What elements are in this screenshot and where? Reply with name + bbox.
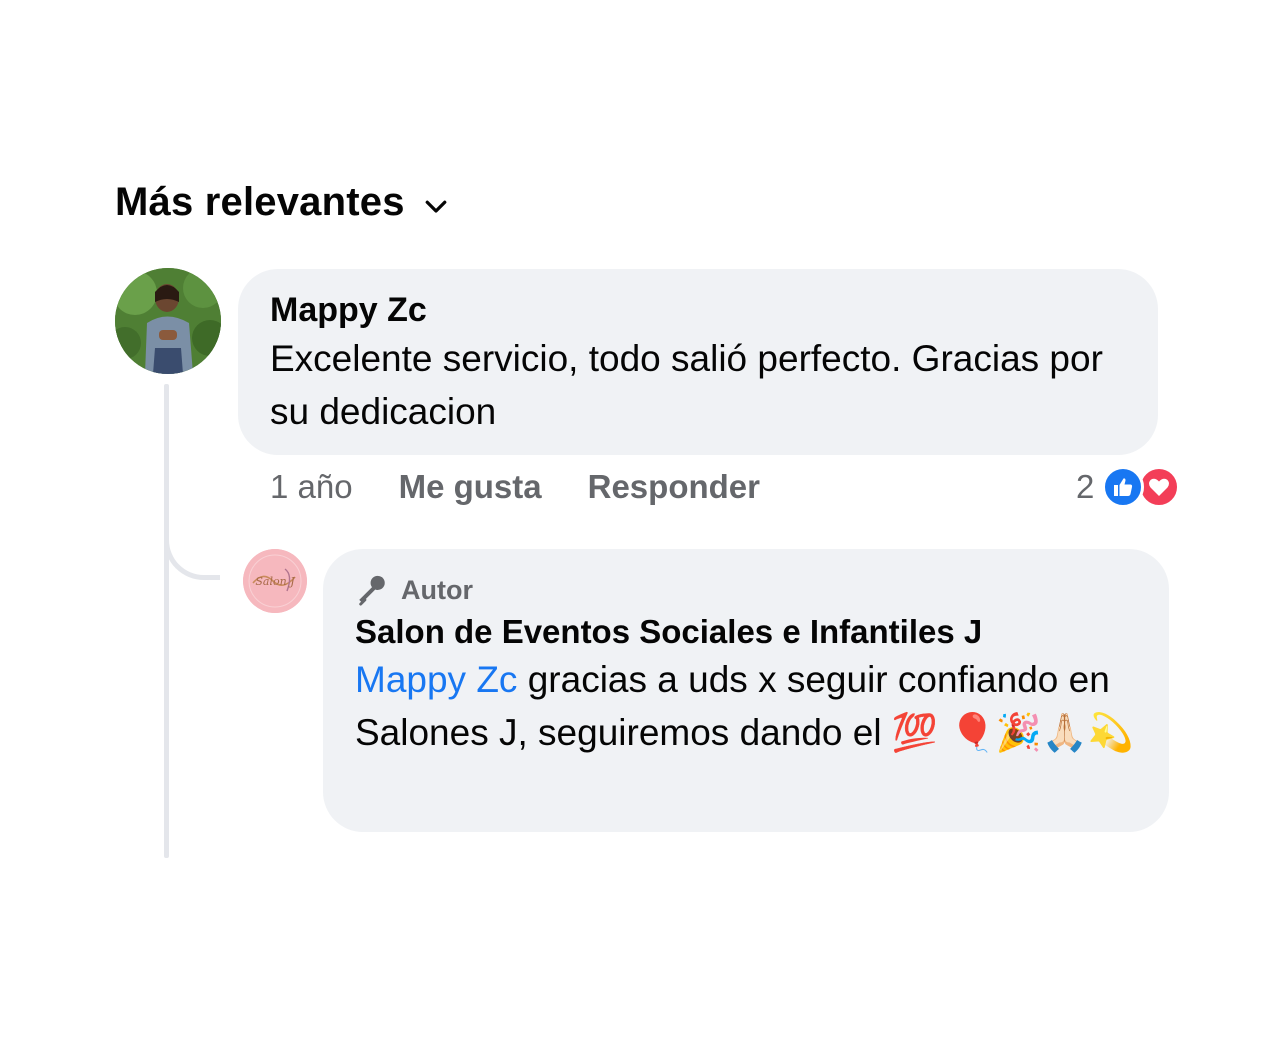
reactions-summary[interactable]: 2 [1076,466,1181,508]
like-icon [1102,466,1145,508]
reply-text: Mappy Zc gracias a uds x seguir confiand… [355,653,1137,759]
comment-bubble: Mappy Zc Excelente servicio, todo salió … [238,269,1158,455]
author-badge: Autor [355,573,1137,607]
mention-link[interactable]: Mappy Zc [355,659,517,700]
chevron-down-icon [425,200,447,213]
reply-emojis: 💯 🎈🎉🙏🏻💫 [891,711,1134,754]
thread-line [164,384,169,858]
author-badge-label: Autor [401,574,473,605]
page-avatar[interactable]: Salon J [243,549,307,613]
comments-section: Más relevantes Mappy Zc Excelente servic… [0,0,1284,1045]
reply-author[interactable]: Salon de Eventos Sociales e Infantiles J [355,613,1137,651]
like-button[interactable]: Me gusta [399,468,542,506]
comment-actions: 1 año Me gusta Responder [270,468,760,506]
microphone-icon [359,575,385,606]
salon-logo: Salon J [243,549,307,613]
sort-label: Más relevantes [115,180,405,224]
svg-text:Salon J: Salon J [255,575,295,588]
avatar[interactable] [115,268,221,374]
comment-text: Excelente servicio, todo salió perfecto.… [270,338,1103,432]
comment-author[interactable]: Mappy Zc [270,291,1126,330]
profile-photo [115,268,221,374]
thread-connector [164,520,220,580]
reaction-count: 2 [1076,468,1095,505]
reply-bubble: Autor Salon de Eventos Sociales e Infant… [323,549,1169,832]
comment-time[interactable]: 1 año [270,468,353,506]
reply-button[interactable]: Responder [588,468,760,506]
sort-dropdown[interactable]: Más relevantes [115,180,451,225]
love-icon [1138,466,1181,508]
